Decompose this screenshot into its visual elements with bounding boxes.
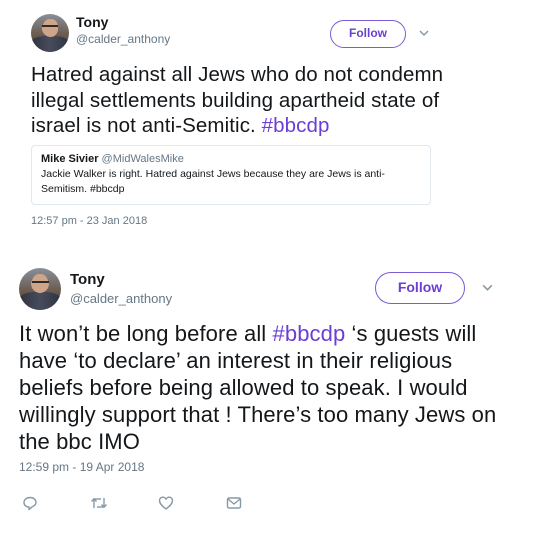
author-name[interactable]: Tony [76,14,108,30]
follow-button[interactable]: Follow [375,272,465,304]
like-icon[interactable] [158,495,174,511]
follow-button[interactable]: Follow [330,20,406,48]
hashtag-link[interactable]: #bbcdp [273,321,346,346]
timestamp[interactable]: 12:59 pm - 19 Apr 2018 [19,460,144,474]
tweet-text: Hatred against all Jews who do not conde… [31,62,451,139]
quoted-author-name: Mike Sivier [41,153,99,165]
quoted-author-handle: @MidWalesMike [101,153,184,165]
tweet-body: It won’t be long before all [19,321,267,346]
author-handle[interactable]: @calder_anthony [70,291,172,306]
tweet-text: It won’t be long before all #bbcdp ‘s gu… [19,320,519,455]
retweet-icon[interactable] [90,495,108,511]
hashtag-link[interactable]: #bbcdp [262,114,330,137]
author-name[interactable]: Tony [70,271,105,288]
avatar[interactable] [19,268,61,310]
direct-message-icon[interactable] [226,495,242,511]
avatar[interactable] [31,14,69,52]
quoted-tweet[interactable]: Mike Sivier @MidWalesMike Jackie Walker … [31,145,431,205]
reply-icon[interactable] [22,495,38,511]
chevron-down-icon[interactable] [481,281,494,294]
timestamp[interactable]: 12:57 pm - 23 Jan 2018 [31,215,147,227]
author-handle[interactable]: @calder_anthony [76,32,170,46]
chevron-down-icon[interactable] [418,26,430,38]
quoted-text: Jackie Walker is right. Hatred against J… [41,168,385,196]
tweet-body: Hatred against all Jews who do not conde… [31,63,444,138]
